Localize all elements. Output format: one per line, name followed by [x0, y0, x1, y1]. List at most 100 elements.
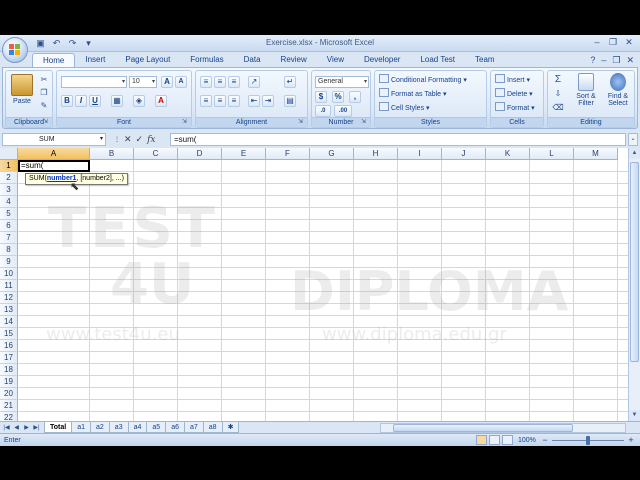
italic-button[interactable]: I [75, 95, 87, 107]
row-header-1[interactable]: 1 [0, 160, 18, 172]
sheet-tab-a8[interactable]: a8 [202, 422, 223, 433]
row-header-8[interactable]: 8 [0, 244, 18, 256]
row-header-18[interactable]: 18 [0, 364, 18, 376]
comma-button[interactable]: , [349, 91, 361, 103]
vertical-scrollbar[interactable]: ▲ ▼ [628, 148, 640, 421]
expand-formula-bar-icon[interactable]: ⌄ [628, 133, 638, 146]
last-sheet-icon[interactable]: ▶| [32, 423, 41, 433]
font-color-icon[interactable]: A [155, 95, 167, 107]
currency-button[interactable]: $ [315, 91, 327, 103]
tab-data[interactable]: Data [234, 53, 271, 67]
ribbon-restore-icon[interactable]: ❐ [612, 55, 620, 66]
enter-icon[interactable]: ✓ [136, 134, 144, 145]
font-name-combo[interactable]: ▾ [61, 76, 127, 88]
align-right-icon[interactable]: ≡ [228, 95, 240, 107]
insert-cells-button[interactable]: Insert ▾ [495, 74, 530, 87]
cut-icon[interactable]: ✂ [38, 75, 50, 85]
column-header-f[interactable]: F [266, 148, 310, 160]
cell-styles-button[interactable]: Cell Styles ▾ [379, 102, 430, 115]
row-header-20[interactable]: 20 [0, 388, 18, 400]
row-header-3[interactable]: 3 [0, 184, 18, 196]
worksheet-grid[interactable]: A B C D E F G H I J K L M 1 2 3 4 5 6 7 8 9 10 11 12 13 14 15 16 17 18… [0, 148, 628, 421]
row-header-11[interactable]: 11 [0, 280, 18, 292]
row-header-22[interactable]: 22 [0, 412, 18, 421]
align-bottom-icon[interactable]: ≡ [228, 76, 240, 88]
font-launcher-icon[interactable]: ⇲ [182, 119, 189, 126]
zoom-level[interactable]: 100% [518, 435, 536, 446]
column-header-c[interactable]: C [134, 148, 178, 160]
row-header-9[interactable]: 9 [0, 256, 18, 268]
first-sheet-icon[interactable]: |◀ [2, 423, 11, 433]
column-header-g[interactable]: G [310, 148, 354, 160]
prev-sheet-icon[interactable]: ◀ [12, 423, 21, 433]
active-cell-a1[interactable]: =sum( [18, 160, 90, 172]
fill-color-icon[interactable]: ◈ [133, 95, 145, 107]
paste-button[interactable]: Paste [9, 74, 35, 105]
page-break-view-icon[interactable] [502, 435, 513, 445]
row-header-21[interactable]: 21 [0, 400, 18, 412]
vertical-scroll-thumb[interactable] [630, 162, 639, 362]
column-header-d[interactable]: D [178, 148, 222, 160]
tab-review[interactable]: Review [271, 53, 317, 67]
tab-formulas[interactable]: Formulas [180, 53, 233, 67]
sheet-tab-a3[interactable]: a3 [108, 422, 129, 433]
sheet-tab-a4[interactable]: a4 [127, 422, 148, 433]
align-center-icon[interactable]: ≡ [214, 95, 226, 107]
normal-view-icon[interactable] [476, 435, 487, 445]
tab-load-test[interactable]: Load Test [410, 53, 465, 67]
select-all-button[interactable] [0, 148, 18, 160]
sheet-tab-a5[interactable]: a5 [146, 422, 167, 433]
restore-icon[interactable]: ❐ [606, 36, 620, 48]
column-header-e[interactable]: E [222, 148, 266, 160]
row-header-19[interactable]: 19 [0, 376, 18, 388]
column-header-b[interactable]: B [90, 148, 134, 160]
decrease-decimal-button[interactable]: .00 [334, 105, 352, 117]
format-cells-button[interactable]: Format ▾ [495, 102, 535, 115]
zoom-slider-thumb[interactable] [586, 436, 590, 445]
office-button[interactable] [2, 37, 28, 63]
scroll-up-icon[interactable]: ▲ [629, 148, 640, 159]
borders-icon[interactable]: ▦ [111, 95, 123, 107]
column-header-j[interactable]: J [442, 148, 486, 160]
zoom-in-icon[interactable]: + [626, 435, 636, 445]
row-header-10[interactable]: 10 [0, 268, 18, 280]
number-format-combo[interactable]: General ▾ [315, 76, 369, 88]
name-box[interactable]: SUM ▾ [2, 133, 106, 146]
minimize-icon[interactable]: – [590, 36, 604, 48]
horizontal-scroll-thumb[interactable] [393, 424, 573, 432]
help-icon[interactable]: ? [590, 55, 595, 65]
sheet-tab-a7[interactable]: a7 [183, 422, 204, 433]
align-top-icon[interactable]: ≡ [200, 76, 212, 88]
row-header-4[interactable]: 4 [0, 196, 18, 208]
row-header-16[interactable]: 16 [0, 340, 18, 352]
font-size-combo[interactable]: 10 ▾ [129, 76, 157, 88]
wrap-text-icon[interactable]: ↵ [284, 76, 296, 88]
next-sheet-icon[interactable]: ▶ [22, 423, 31, 433]
row-header-2[interactable]: 2 [0, 172, 18, 184]
workbook-close-icon[interactable]: ✕ [626, 55, 634, 66]
column-header-i[interactable]: I [398, 148, 442, 160]
close-icon[interactable]: ✕ [622, 36, 636, 48]
row-header-14[interactable]: 14 [0, 316, 18, 328]
autosum-button[interactable]: Σ [552, 75, 564, 85]
conditional-formatting-button[interactable]: Conditional Formatting ▾ [379, 74, 467, 87]
insert-function-icon[interactable]: fx [147, 135, 155, 145]
ribbon-minimize-icon[interactable]: – [601, 55, 606, 65]
formula-input[interactable]: =sum( [170, 133, 626, 146]
column-header-k[interactable]: K [486, 148, 530, 160]
row-header-15[interactable]: 15 [0, 328, 18, 340]
horizontal-scrollbar[interactable] [380, 423, 626, 433]
alignment-launcher-icon[interactable]: ⇲ [298, 119, 305, 126]
clipboard-launcher-icon[interactable]: ⇲ [43, 119, 50, 126]
fill-icon[interactable]: ⇩ [552, 89, 564, 99]
page-layout-view-icon[interactable] [489, 435, 500, 445]
sheet-tab-a2[interactable]: a2 [90, 422, 110, 433]
column-header-h[interactable]: H [354, 148, 398, 160]
scroll-down-icon[interactable]: ▼ [629, 410, 640, 421]
clear-icon[interactable]: ⌫ [552, 103, 564, 113]
underline-button[interactable]: U [89, 95, 101, 107]
tab-home[interactable]: Home [32, 53, 76, 67]
sheet-tab-total[interactable]: Total [44, 422, 73, 433]
align-left-icon[interactable]: ≡ [200, 95, 212, 107]
cancel-icon[interactable]: ✕ [124, 134, 132, 145]
